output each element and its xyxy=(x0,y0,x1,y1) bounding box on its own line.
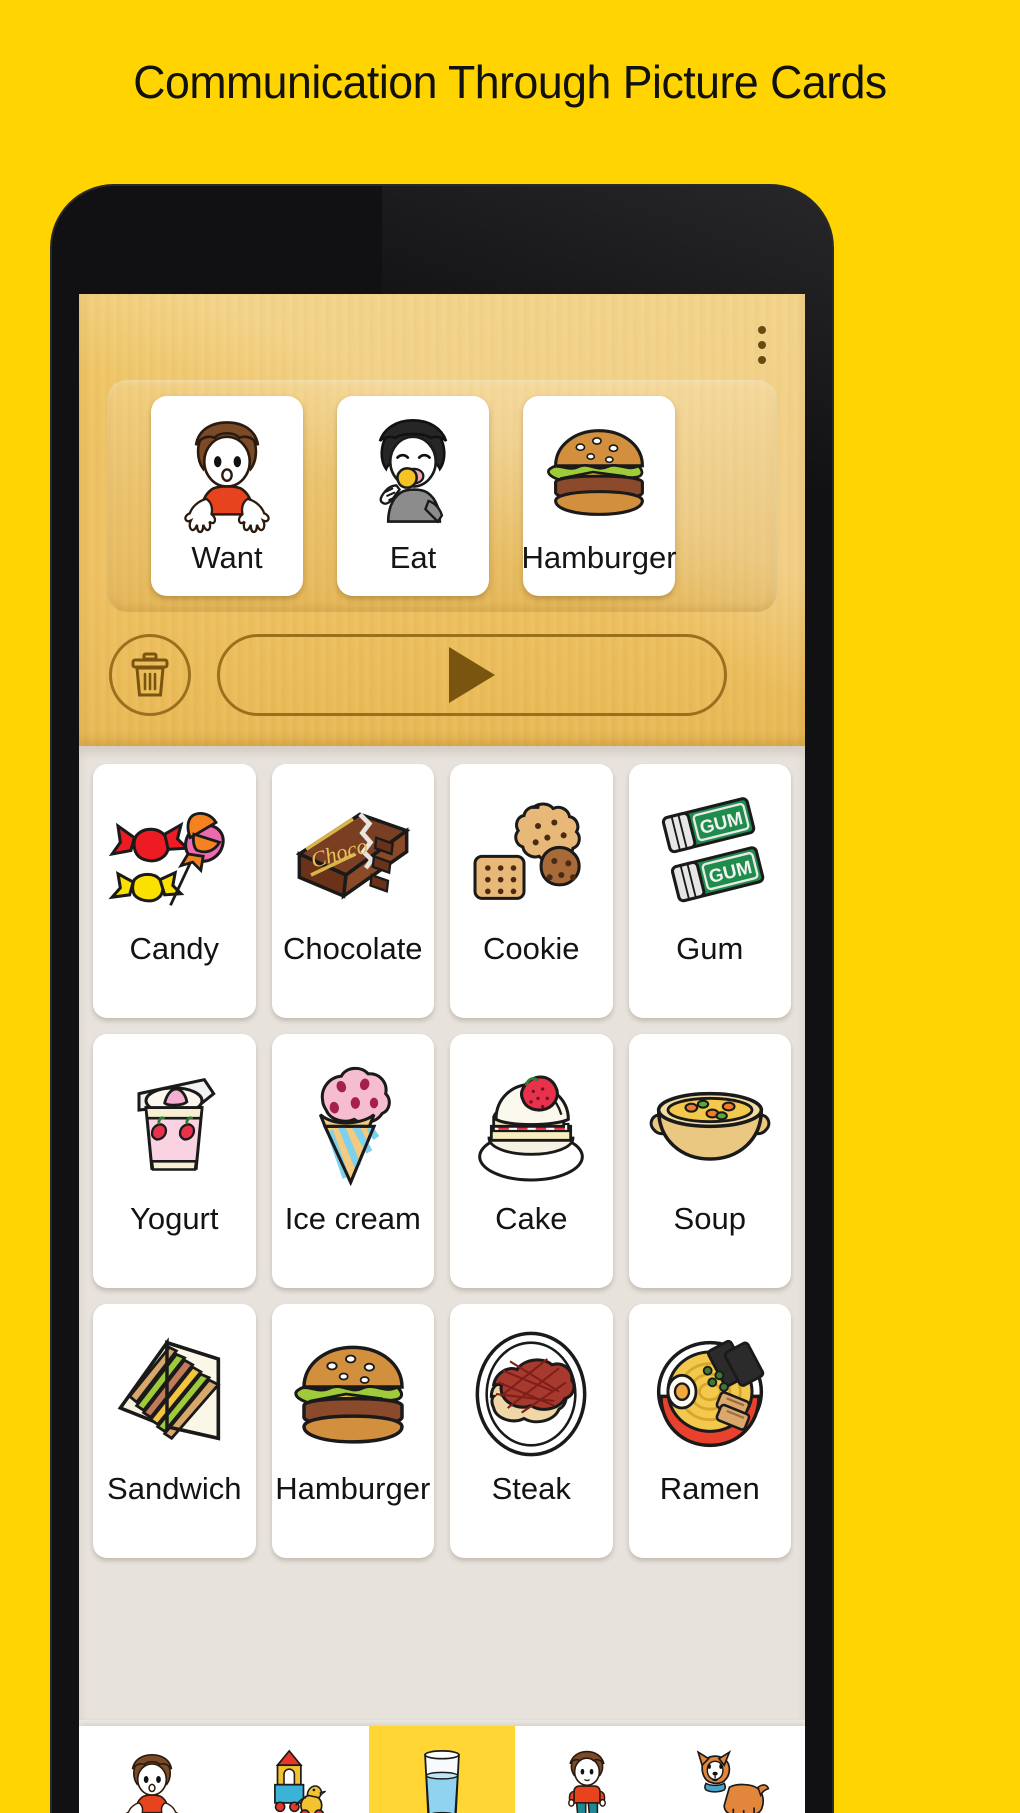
tab-food[interactable]: Food xyxy=(369,1726,515,1813)
card-label: Candy xyxy=(129,931,220,966)
page-title: Communication Through Picture Cards xyxy=(133,56,887,108)
card-label: Soup xyxy=(673,1201,746,1236)
card-cake[interactable]: Cake xyxy=(450,1034,613,1288)
soup-icon xyxy=(649,1091,771,1161)
card-steak[interactable]: Steak xyxy=(450,1304,613,1558)
card-grid: Candy Choco Chocolate Cookie GUM GUM Gum… xyxy=(93,764,791,1558)
hamburger-icon xyxy=(547,429,644,516)
ramen-icon xyxy=(656,1339,764,1448)
card-sandwich[interactable]: Sandwich xyxy=(93,1304,256,1558)
sentence-card-want[interactable]: Want xyxy=(151,396,303,596)
hamburger-icon xyxy=(294,1345,404,1444)
trash-icon xyxy=(131,652,169,697)
play-icon xyxy=(449,647,495,703)
gum-icon: GUM GUM xyxy=(661,797,765,903)
candy-icon xyxy=(108,812,225,906)
sentence-card-eat[interactable]: Eat xyxy=(337,396,489,596)
bottom-tab-bar: Want Tool xyxy=(79,1726,805,1813)
girl-shrug-want-icon xyxy=(184,421,270,534)
girl-shrug-want-icon xyxy=(125,1753,178,1813)
boy-standing-icon xyxy=(568,1750,607,1813)
card-gum[interactable]: GUM GUM Gum xyxy=(628,764,791,1018)
card-label: Chocolate xyxy=(282,931,423,966)
card-grid-area: Candy Choco Chocolate Cookie GUM GUM Gum… xyxy=(79,746,805,1720)
phone-mockup: Want Eat Hamburger Candy Choco Chocolate… xyxy=(52,186,832,1813)
sentence-controls xyxy=(109,634,727,716)
card-label: Ramen xyxy=(659,1471,760,1506)
delete-button[interactable] xyxy=(109,634,191,716)
card-label: Gum xyxy=(676,931,744,966)
card-label: Cookie xyxy=(483,931,580,966)
kebab-menu-icon[interactable] xyxy=(747,322,777,368)
dog-icon xyxy=(697,1749,770,1813)
card-soup[interactable]: Soup xyxy=(628,1034,791,1288)
ice-cream-icon xyxy=(318,1066,391,1187)
sentence-card-label: Want xyxy=(191,540,263,575)
card-label: Yogurt xyxy=(130,1201,219,1236)
yogurt-icon xyxy=(137,1077,216,1171)
card-ramen[interactable]: Ramen xyxy=(628,1304,791,1558)
sentence-card-label: Eat xyxy=(389,540,437,575)
tab-people[interactable]: People xyxy=(515,1726,660,1813)
glass-of-water-icon xyxy=(424,1749,460,1813)
cookie-icon xyxy=(473,802,582,900)
sentence-strip[interactable]: Want Eat Hamburger xyxy=(107,380,777,612)
tab-want[interactable]: Want xyxy=(79,1726,224,1813)
card-ice-cream[interactable]: Ice cream xyxy=(271,1034,434,1288)
app-screen: Want Eat Hamburger Candy Choco Chocolate… xyxy=(79,294,805,1813)
card-hamburger[interactable]: Hamburger xyxy=(271,1304,434,1558)
card-label: Steak xyxy=(491,1471,571,1506)
tab-tool[interactable]: Tool xyxy=(224,1726,369,1813)
sentence-panel: Want Eat Hamburger xyxy=(79,294,805,746)
card-chocolate[interactable]: Choco Chocolate xyxy=(271,764,434,1018)
sentence-card-hamburger[interactable]: Hamburger xyxy=(521,396,677,596)
card-yogurt[interactable]: Yogurt xyxy=(93,1034,256,1288)
sandwich-icon xyxy=(117,1337,221,1441)
cake-icon xyxy=(478,1075,585,1182)
card-label: Hamburger xyxy=(275,1471,431,1506)
steak-icon xyxy=(475,1331,587,1457)
card-label: Cake xyxy=(495,1201,568,1236)
sentence-card-label: Hamburger xyxy=(521,540,677,575)
card-label: Ice cream xyxy=(284,1201,421,1236)
tab-animal[interactable]: Animal xyxy=(660,1726,805,1813)
chocolate-icon: Choco xyxy=(295,812,411,900)
kebab-dot xyxy=(758,356,766,364)
kebab-dot xyxy=(758,341,766,349)
kebab-dot xyxy=(758,326,766,334)
boy-eating-spoon-icon xyxy=(378,419,448,524)
card-cookie[interactable]: Cookie xyxy=(450,764,613,1018)
play-button[interactable] xyxy=(217,634,727,716)
blocks-and-pull-toy-icon xyxy=(273,1749,326,1813)
card-candy[interactable]: Candy xyxy=(93,764,256,1018)
card-label: Sandwich xyxy=(107,1471,242,1506)
